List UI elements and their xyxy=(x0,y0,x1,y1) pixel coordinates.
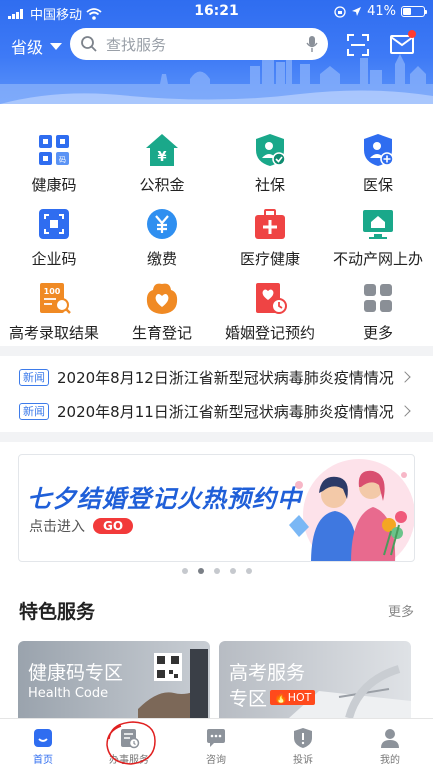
caret-down-icon xyxy=(50,42,63,50)
unread-badge xyxy=(408,30,416,38)
health-code-zone-card[interactable]: 健康码专区 Health Code xyxy=(18,641,210,718)
battery-percent: 41% xyxy=(367,4,396,19)
service-medical-health[interactable]: 医疗健康 xyxy=(216,194,324,268)
news-list: 新闻 2020年8月12日浙江省新型冠状病毒肺炎疫情情况 新闻 2020年8月1… xyxy=(0,356,433,432)
service-housing-fund[interactable]: ¥ 公积金 xyxy=(108,120,216,194)
card-subtitle: Health Code xyxy=(28,686,109,701)
card-title-line2: 专区 xyxy=(229,688,268,710)
payment-icon xyxy=(147,209,177,239)
service-marriage-booking[interactable]: 婚姻登记预约 xyxy=(216,268,324,342)
news-tag: 新闻 xyxy=(19,368,49,386)
annotation-circle xyxy=(106,721,156,765)
news-item[interactable]: 新闻 2020年8月12日浙江省新型冠状病毒肺炎疫情情况 xyxy=(0,360,433,394)
service-more[interactable]: 更多 xyxy=(324,268,432,342)
svg-text:100: 100 xyxy=(44,287,61,296)
tab-profile[interactable]: 我的 xyxy=(347,719,433,770)
chat-icon xyxy=(207,729,225,747)
banner-subtitle-row: 点击进入 GO xyxy=(29,516,134,536)
province-label: 省级 xyxy=(11,38,44,57)
exam-result-icon: 100 xyxy=(40,283,71,314)
profile-icon xyxy=(381,729,399,748)
app-header: 中国移动 16:21 41% 省级 查找服务 xyxy=(0,0,433,104)
health-code-icon: 码 xyxy=(39,135,69,165)
featured-more-link[interactable]: 更多 xyxy=(388,601,414,620)
featured-section-title: 特色服务 xyxy=(19,601,96,623)
search-icon xyxy=(81,36,97,52)
microphone-icon[interactable] xyxy=(306,35,318,53)
service-grid: 码 健康码 ¥ 公积金 社保 医保 企业码 缴费 医疗健康 不动产网上办 100… xyxy=(0,104,433,346)
promo-section: 七夕结婚登记火热预约中 点击进入 GO 特色服务 更多 健康码专区 Health… xyxy=(0,442,433,718)
service-real-estate[interactable]: 不动产网上办 xyxy=(324,194,432,268)
carousel-dot[interactable] xyxy=(197,568,204,574)
location-arrow-icon xyxy=(352,7,362,16)
card-title: 健康码专区 xyxy=(28,662,124,684)
service-enterprise-code[interactable]: 企业码 xyxy=(0,194,108,268)
social-security-icon xyxy=(256,134,286,166)
service-social-security[interactable]: 社保 xyxy=(216,120,324,194)
search-bar[interactable]: 查找服务 xyxy=(70,28,328,60)
couple-illustration xyxy=(289,459,414,561)
tab-home[interactable]: 首页 xyxy=(0,719,86,770)
qr-code-hand-icon xyxy=(138,649,208,718)
birth-registration-icon xyxy=(146,283,178,314)
battery-icon xyxy=(401,6,427,17)
bottom-tab-bar: 首页 办事服务 咨询 投诉 我的 xyxy=(0,718,433,770)
search-placeholder: 查找服务 xyxy=(106,35,167,54)
carousel-dot[interactable] xyxy=(181,568,188,574)
carousel-dot[interactable] xyxy=(245,568,252,574)
service-payment[interactable]: 缴费 xyxy=(108,194,216,268)
go-button[interactable]: GO xyxy=(93,518,134,534)
banner-subtitle: 点击进入 xyxy=(29,519,85,535)
carousel-dot[interactable] xyxy=(229,568,236,574)
hot-badge: 🔥HOT xyxy=(270,690,316,705)
carousel-indicator xyxy=(0,568,433,574)
chevron-right-icon xyxy=(399,405,411,417)
svg-text:码: 码 xyxy=(59,156,66,164)
medical-kit-icon xyxy=(255,209,285,239)
news-item[interactable]: 新闻 2020年8月11日浙江省新型冠状病毒肺炎疫情情况 xyxy=(0,394,433,428)
more-grid-icon xyxy=(364,284,392,312)
tab-complaint[interactable]: 投诉 xyxy=(260,719,346,770)
rotation-lock-icon xyxy=(334,5,346,18)
gaokao-zone-card[interactable]: 高考服务 专区 🔥HOT xyxy=(219,641,411,718)
carousel-dot[interactable] xyxy=(213,568,220,574)
complaint-shield-icon xyxy=(294,728,312,748)
medical-insurance-icon xyxy=(364,134,394,166)
service-medical-insurance[interactable]: 医保 xyxy=(324,120,432,194)
svg-text:¥: ¥ xyxy=(157,150,166,165)
scan-icon[interactable] xyxy=(346,33,370,57)
status-bar: 中国移动 16:21 41% xyxy=(0,0,433,24)
news-headline: 2020年8月11日浙江省新型冠状病毒肺炎疫情情况 xyxy=(57,402,394,421)
fire-icon: 🔥 xyxy=(274,691,288,704)
news-headline: 2020年8月12日浙江省新型冠状病毒肺炎疫情情况 xyxy=(57,368,394,387)
service-health-code[interactable]: 码 健康码 xyxy=(0,120,108,194)
province-selector[interactable]: 省级 xyxy=(11,34,63,58)
tab-consult[interactable]: 咨询 xyxy=(173,719,259,770)
housing-fund-icon: ¥ xyxy=(146,134,178,166)
service-exam-result[interactable]: 100 高考录取结果 xyxy=(0,268,108,342)
card-title-line1: 高考服务 xyxy=(229,662,306,684)
news-tag: 新闻 xyxy=(19,402,49,420)
chevron-right-icon xyxy=(399,371,411,383)
home-icon xyxy=(34,729,52,747)
service-birth-registration[interactable]: 生育登记 xyxy=(108,268,216,342)
enterprise-code-icon xyxy=(39,209,69,239)
promo-banner[interactable]: 七夕结婚登记火热预约中 点击进入 GO xyxy=(18,454,415,562)
marriage-booking-icon xyxy=(256,283,287,314)
real-estate-icon xyxy=(363,210,393,239)
